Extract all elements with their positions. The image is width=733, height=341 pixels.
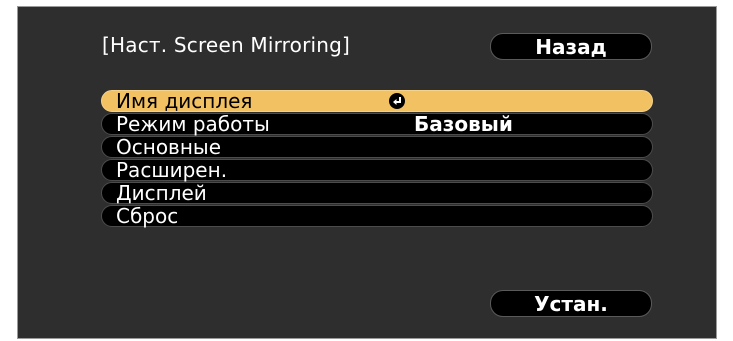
- set-button[interactable]: Устан.: [490, 290, 652, 317]
- menu-item-value: Базовый: [414, 112, 513, 136]
- dialog-title: [Наст. Screen Mirroring]: [102, 33, 351, 57]
- enter-icon: [389, 93, 405, 109]
- menu-item-label: Расширен.: [116, 158, 228, 182]
- menu-item-label: Основные: [116, 135, 222, 159]
- menu-item-basic[interactable]: Основные: [101, 135, 653, 159]
- back-button[interactable]: Назад: [490, 33, 652, 60]
- menu-item-operation-mode[interactable]: Режим работы Базовый: [101, 112, 653, 136]
- menu-item-label: Имя дисплея: [116, 89, 253, 113]
- menu-item-label: Сброс: [116, 204, 179, 228]
- menu-item-display-name[interactable]: Имя дисплея: [101, 89, 653, 113]
- menu-item-label: Дисплей: [116, 181, 207, 205]
- menu-item-reset[interactable]: Сброс: [101, 204, 653, 228]
- settings-menu: Имя дисплея Режим работы Базовый Основны…: [101, 89, 653, 228]
- menu-item-advanced[interactable]: Расширен.: [101, 158, 653, 182]
- menu-item-display[interactable]: Дисплей: [101, 181, 653, 205]
- menu-item-label: Режим работы: [116, 112, 270, 136]
